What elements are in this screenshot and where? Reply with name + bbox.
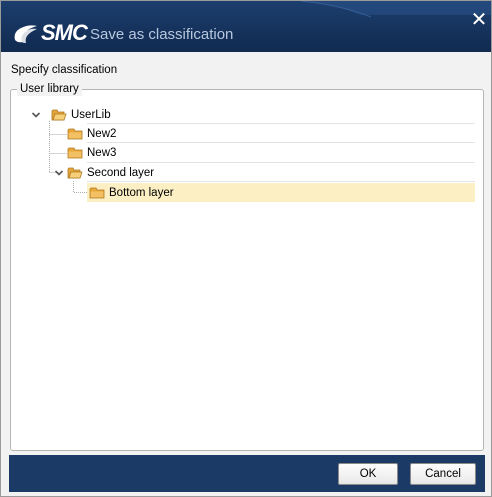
- title-bar[interactable]: SMC Save as classification ✕: [1, 1, 491, 52]
- tree-node-new2[interactable]: New2: [67, 124, 116, 143]
- tree-node-new3[interactable]: New3: [67, 143, 116, 162]
- tree-node-second-layer[interactable]: Second layer: [67, 163, 154, 182]
- folder-icon: [89, 187, 105, 198]
- smc-logo-icon: [14, 25, 37, 43]
- folder-open-icon: [67, 167, 83, 178]
- dialog-title: Save as classification: [90, 26, 234, 43]
- tree-node-label: New3: [87, 146, 117, 159]
- tree-node-label: UserLib: [71, 108, 111, 121]
- close-icon: ✕: [470, 7, 488, 31]
- dialog-footer: OK Cancel: [9, 455, 485, 492]
- section-label: Specify classification: [11, 64, 118, 76]
- close-button[interactable]: ✕: [469, 9, 489, 29]
- tree-node-label: Second layer: [87, 166, 155, 179]
- cancel-button[interactable]: Cancel: [410, 463, 476, 485]
- save-as-classification-dialog: SMC Save as classification ✕ Specify cla…: [0, 0, 492, 497]
- ok-button[interactable]: OK: [338, 463, 398, 485]
- tree-node-bottom-layer[interactable]: Bottom layer: [87, 183, 475, 202]
- group-label: User library: [17, 82, 82, 96]
- tree-node-label: New2: [87, 127, 117, 140]
- smc-logo: SMC: [11, 20, 88, 45]
- tree-node-label: Bottom layer: [109, 186, 174, 199]
- tree-node-userlib[interactable]: UserLib: [51, 105, 111, 124]
- folder-icon: [67, 147, 83, 158]
- collapse-userlib-chevron-icon[interactable]: [31, 110, 41, 120]
- folder-open-icon: [51, 109, 67, 120]
- brand-name: SMC: [41, 20, 88, 45]
- folder-icon: [67, 128, 83, 139]
- collapse-second-layer-chevron-icon[interactable]: [54, 168, 64, 178]
